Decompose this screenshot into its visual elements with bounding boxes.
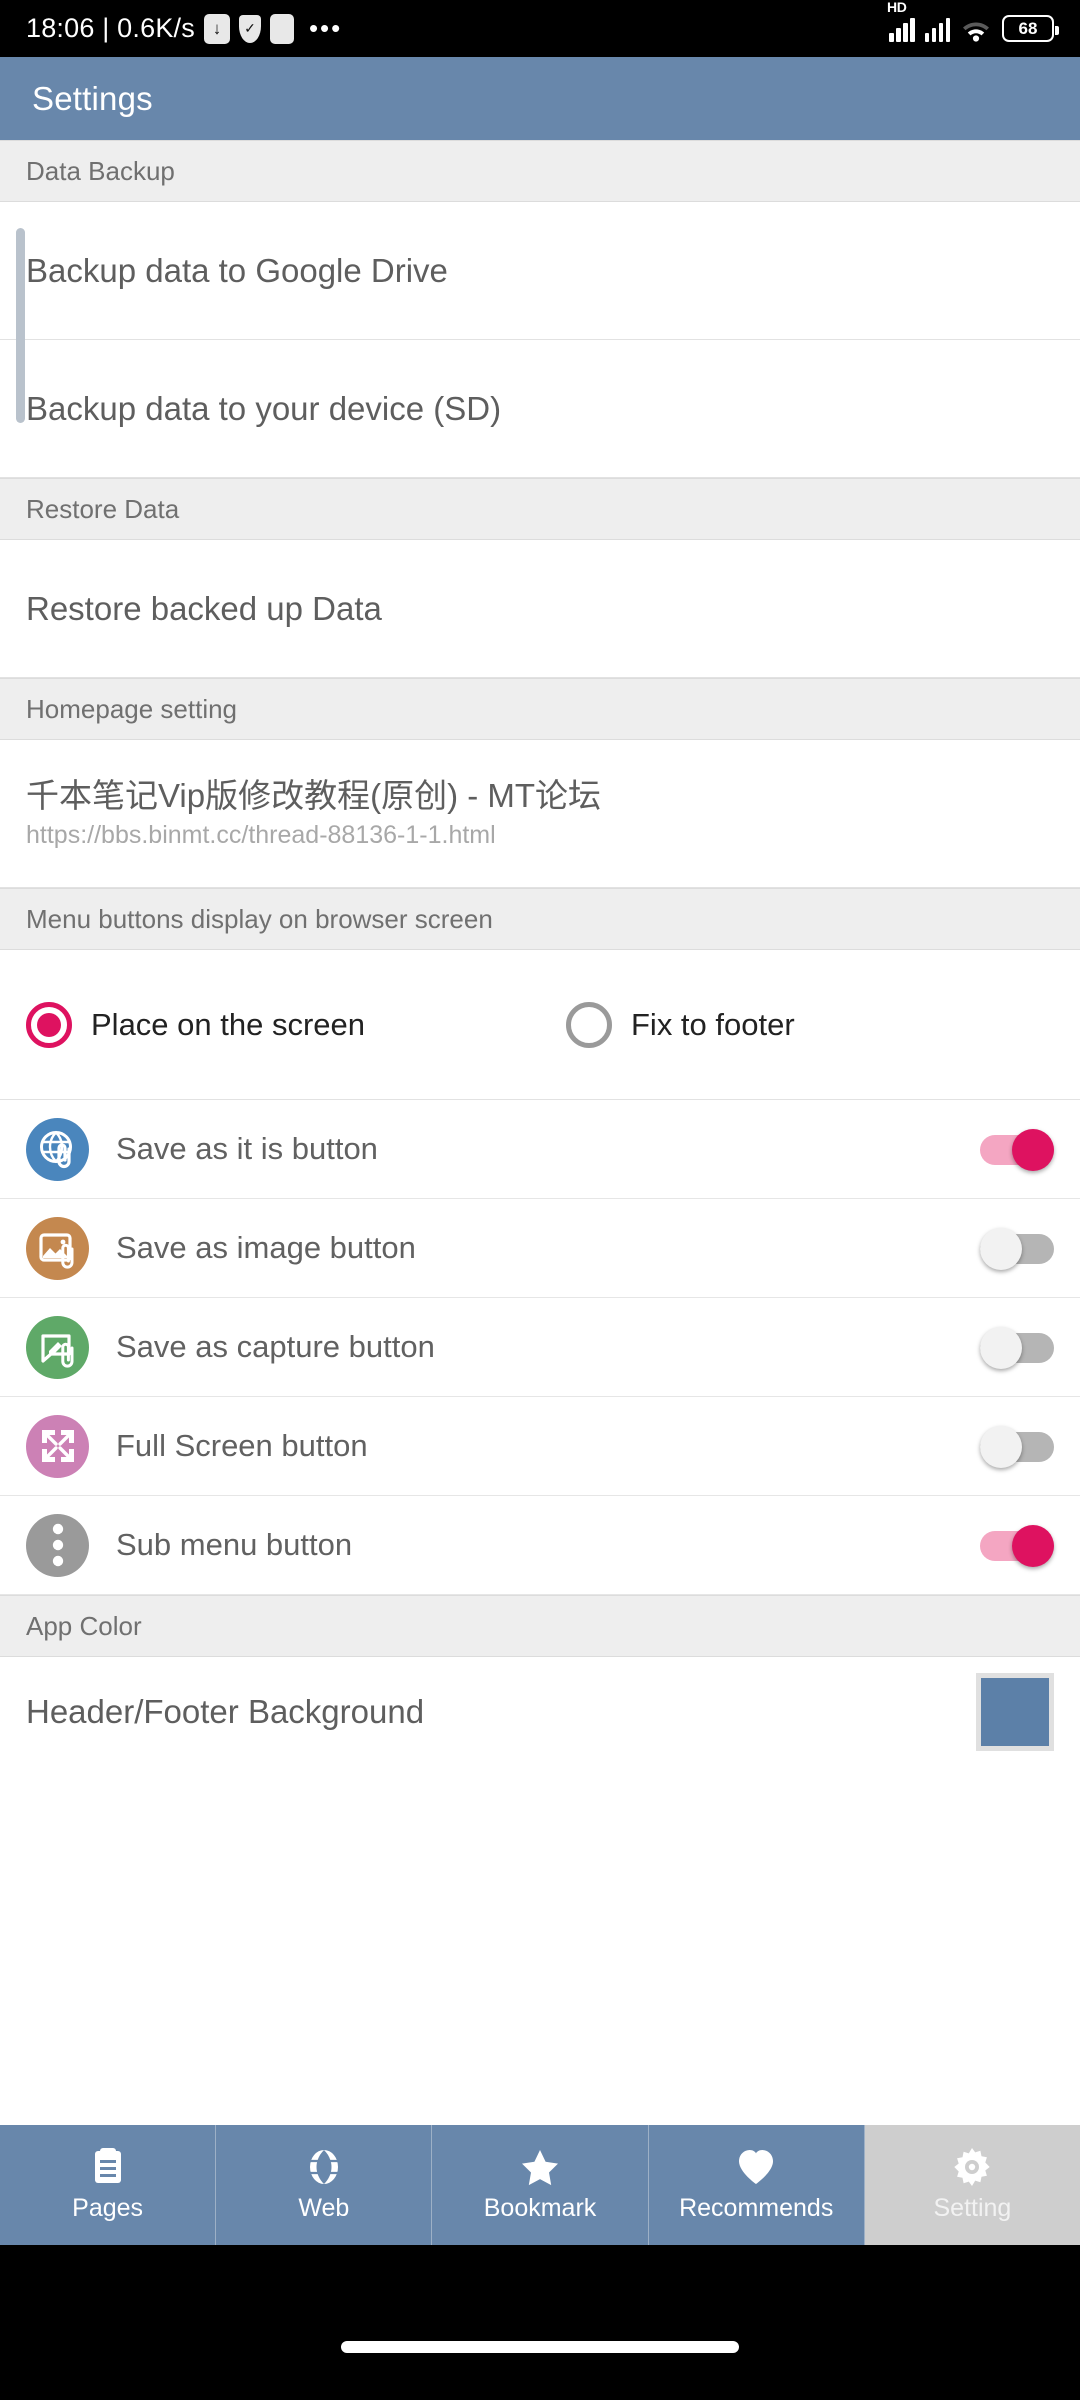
app-bar: Settings [0, 57, 1080, 140]
download-icon: ↓ [203, 13, 230, 44]
nav-item-web[interactable]: Web [216, 2125, 433, 2245]
shield-icon: ✓ [238, 14, 261, 43]
radio-option-label: Fix to footer [631, 1006, 795, 1042]
toggle-row-label: Sub menu button [116, 1527, 353, 1562]
section-header-homepage-setting: Homepage setting [0, 678, 1080, 740]
status-time-and-netspeed: 18:06 | 0.6K/s [26, 13, 195, 43]
signal-bars-icon: HD [887, 0, 915, 42]
document-icon [91, 2147, 125, 2186]
capture-attach-icon [26, 1315, 89, 1379]
signal-bars-icon-2 [924, 16, 950, 42]
homepage-title: 千本笔记Vip版修改教程(原创) - MT论坛 [26, 777, 602, 815]
section-header-menu-buttons: Menu buttons display on browser screen [0, 888, 1080, 950]
toggle-row-label: Full Screen button [116, 1428, 368, 1463]
toggle-row-label: Save as capture button [116, 1329, 435, 1364]
setting-row-label: Restore backed up Data [26, 589, 382, 627]
section-header-label: Menu buttons display on browser screen [26, 903, 493, 934]
fullscreen-icon [26, 1414, 89, 1478]
nav-item-pages[interactable]: Pages [0, 2125, 217, 2245]
globe-icon [306, 2148, 342, 2186]
nav-item-label: Setting [933, 2193, 1012, 2222]
wifi-icon [960, 16, 992, 42]
setting-row-backup-google-drive[interactable]: Backup data to Google Drive [0, 202, 1080, 340]
color-swatch-button[interactable] [976, 1673, 1054, 1751]
globe-attach-icon [26, 1117, 89, 1181]
nav-item-setting[interactable]: Setting [864, 2125, 1080, 2245]
setting-row-label: Backup data to your device (SD) [26, 389, 502, 427]
bottom-navigation-bar: Pages Web Bookmark Recommends Setting [0, 2125, 1080, 2245]
setting-row-homepage[interactable]: 千本笔记Vip版修改教程(原创) - MT论坛 https://bbs.binm… [0, 740, 1080, 888]
status-bar: 18:06 | 0.6K/s ↓ ✓ ••• HD 68 [0, 0, 1080, 57]
system-navigation-area [0, 2245, 1080, 2400]
toggle-row-label: Save as it is button [116, 1131, 378, 1166]
section-header-label: App Color [26, 1610, 142, 1641]
setting-row-label: Header/Footer Background [26, 1693, 425, 1730]
section-header-app-color: App Color [0, 1595, 1080, 1657]
nav-item-bookmark[interactable]: Bookmark [432, 2125, 649, 2245]
toggle-switch-full-screen[interactable] [980, 1426, 1054, 1468]
battery-icon: 68 [1002, 15, 1059, 42]
color-swatch [981, 1678, 1049, 1746]
nav-item-label: Bookmark [483, 2193, 597, 2222]
setting-row-restore-backed-up-data[interactable]: Restore backed up Data [0, 540, 1080, 678]
star-icon [520, 2148, 560, 2186]
setting-row-header-footer-background[interactable]: Header/Footer Background [0, 1657, 1080, 1767]
nav-item-label: Pages [72, 2193, 144, 2222]
radio-button-selected-icon[interactable] [26, 1001, 72, 1048]
toggle-row-save-as-it-is[interactable]: Save as it is button [0, 1100, 1080, 1199]
section-header-label: Data Backup [26, 155, 175, 186]
setting-row-label: Backup data to Google Drive [26, 251, 448, 289]
section-header-label: Restore Data [26, 493, 180, 524]
section-header-restore-data: Restore Data [0, 478, 1080, 540]
section-header-data-backup: Data Backup [0, 140, 1080, 202]
nav-item-label: Recommends [679, 2193, 834, 2222]
radio-option-place-on-screen[interactable]: Place on the screen [26, 1001, 566, 1048]
hd-label: HD [887, 0, 907, 15]
section-header-label: Homepage setting [26, 693, 238, 724]
toggle-row-sub-menu[interactable]: Sub menu button [0, 1496, 1080, 1595]
battery-percent: 68 [1018, 19, 1038, 38]
home-gesture-pill[interactable] [341, 2341, 739, 2353]
image-attach-icon [26, 1216, 89, 1280]
toggle-row-save-as-image[interactable]: Save as image button [0, 1199, 1080, 1298]
radio-option-fix-to-footer[interactable]: Fix to footer [566, 1001, 795, 1048]
radio-option-label: Place on the screen [91, 1006, 366, 1042]
toggle-switch-sub-menu[interactable] [980, 1525, 1054, 1567]
radio-button-unselected-icon[interactable] [566, 1001, 612, 1048]
nav-item-recommends[interactable]: Recommends [649, 2125, 865, 2245]
phone-screen: 18:06 | 0.6K/s ↓ ✓ ••• HD 68 Settings Da… [0, 0, 1080, 2400]
vertical-scrollbar[interactable] [16, 228, 25, 423]
gear-icon [953, 2147, 991, 2186]
status-bar-left: 18:06 | 0.6K/s ↓ ✓ ••• [26, 13, 342, 44]
toggle-row-label: Save as image button [116, 1230, 416, 1265]
kebab-menu-icon [26, 1513, 89, 1577]
homepage-url: https://bbs.binmt.cc/thread-88136-1-1.ht… [26, 820, 496, 849]
status-bar-right: HD 68 [887, 0, 1059, 42]
menu-placement-radio-group: Place on the screen Fix to footer [0, 950, 1080, 1100]
overflow-dots-icon: ••• [308, 13, 343, 43]
setting-row-backup-device-sd[interactable]: Backup data to your device (SD) [0, 340, 1080, 478]
nav-item-label: Web [298, 2193, 350, 2222]
toggle-switch-save-as-capture[interactable] [980, 1327, 1054, 1369]
blank-notification-icon [269, 13, 294, 44]
toggle-row-save-as-capture[interactable]: Save as capture button [0, 1298, 1080, 1397]
heart-icon [737, 2148, 775, 2186]
toggle-switch-save-as-it-is[interactable] [980, 1129, 1054, 1171]
page-title: Settings [32, 79, 153, 117]
toggle-switch-save-as-image[interactable] [980, 1228, 1054, 1270]
settings-scroll-area[interactable]: Data Backup Backup data to Google Drive … [0, 140, 1080, 2125]
toggle-row-full-screen[interactable]: Full Screen button [0, 1397, 1080, 1496]
